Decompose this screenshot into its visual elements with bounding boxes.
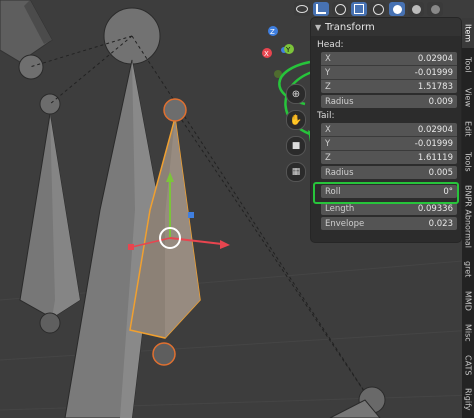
- gizmo-toggle-button[interactable]: [313, 2, 329, 16]
- head-z-value: 1.51783: [417, 81, 453, 92]
- tab-cats[interactable]: CATS: [462, 350, 474, 380]
- tail-y-value: -0.01999: [414, 138, 453, 149]
- tab-tool-label: Tool: [463, 57, 473, 73]
- envelope-field[interactable]: Envelope 0.023: [321, 217, 457, 230]
- head-x-field[interactable]: X 0.02904: [321, 52, 457, 66]
- tab-misc-label: Misc: [463, 324, 473, 342]
- head-y-value: -0.01999: [414, 67, 453, 78]
- hand-icon: ✋: [289, 114, 303, 126]
- head-y-label: Y: [325, 67, 331, 78]
- bone-joint-sphere[interactable]: [18, 54, 44, 80]
- wireframe-sphere-icon: [372, 3, 384, 15]
- tab-tools[interactable]: Tools: [462, 146, 474, 178]
- tab-mmd-label: MMD: [463, 291, 473, 311]
- tab-edit-label: Edit: [463, 121, 473, 137]
- length-label: Length: [325, 203, 355, 214]
- pan-button[interactable]: ✋: [286, 110, 306, 130]
- head-radius-field[interactable]: Radius 0.009: [321, 95, 457, 108]
- chevron-down-icon: ▼: [315, 22, 322, 32]
- tab-item[interactable]: Item: [462, 18, 474, 48]
- head-x-value: 0.02904: [417, 53, 453, 64]
- tail-radius-value: 0.005: [428, 167, 453, 178]
- viewport-header-icons: [294, 0, 443, 18]
- solid-sphere-icon: [392, 4, 402, 14]
- shading-wireframe-button[interactable]: [370, 2, 386, 16]
- tab-misc[interactable]: Misc: [462, 318, 474, 348]
- selected-bone-tail[interactable]: [152, 342, 176, 366]
- envelope-value: 0.023: [428, 218, 453, 229]
- grid-icon: ▦: [291, 167, 301, 177]
- view-object-types-button[interactable]: [294, 2, 310, 16]
- zoom-icon: ⊕: [291, 88, 301, 100]
- shading-material-button[interactable]: [408, 2, 424, 16]
- panel-title: Transform: [325, 21, 375, 33]
- tab-rigify[interactable]: Rigify: [462, 382, 474, 416]
- gizmo-icon: [316, 4, 326, 14]
- gizmo-z-label: Z: [270, 28, 275, 36]
- tab-tool[interactable]: Tool: [462, 50, 474, 80]
- tab-gret-label: gret: [463, 260, 473, 278]
- tail-z-label: Z: [325, 152, 331, 163]
- tab-tools-label: Tools: [463, 152, 473, 172]
- head-z-label: Z: [325, 81, 331, 92]
- xray-icon: [354, 4, 364, 14]
- tab-mmd[interactable]: MMD: [462, 286, 474, 316]
- tab-view[interactable]: View: [462, 82, 474, 112]
- transform-panel-header[interactable]: ▼ Transform: [311, 18, 461, 36]
- bone-joint-left-bottom[interactable]: [39, 312, 61, 334]
- bone-joint-left-top[interactable]: [39, 93, 61, 115]
- tab-bnpr-abnormal-label: BNPR Abnormal: [463, 184, 473, 248]
- tail-radius-label: Radius: [325, 167, 354, 178]
- zoom-button[interactable]: ⊕: [286, 84, 306, 104]
- tab-gret[interactable]: gret: [462, 254, 474, 284]
- tail-z-value: 1.61119: [417, 152, 453, 163]
- head-x-label: X: [325, 53, 331, 64]
- tab-bnpr-abnormal[interactable]: BNPR Abnormal: [462, 180, 474, 252]
- tail-label: Tail:: [317, 111, 335, 121]
- overlays-button[interactable]: [332, 2, 348, 16]
- tab-view-label: View: [463, 87, 473, 107]
- navigation-buttons: ⊕ ✋ ■ ▦: [286, 84, 306, 182]
- sidebar-tab-strip: Item Tool View Edit Tools BNPR Abnormal …: [462, 18, 474, 418]
- shading-rendered-button[interactable]: [427, 2, 443, 16]
- tail-z-field[interactable]: Z 1.61119: [321, 151, 457, 164]
- gizmo-y-label: Y: [285, 46, 291, 54]
- shading-solid-button[interactable]: [389, 2, 405, 16]
- length-value: 0.09336: [417, 203, 453, 214]
- tab-item-label: Item: [463, 23, 473, 43]
- camera-view-button[interactable]: ■: [286, 136, 306, 156]
- tail-x-field[interactable]: X 0.02904: [321, 123, 457, 137]
- tail-x-label: X: [325, 124, 331, 135]
- tail-x-value: 0.02904: [417, 124, 453, 135]
- head-z-field[interactable]: Z 1.51783: [321, 80, 457, 93]
- eye-icon: [296, 5, 308, 13]
- selected-bone-head[interactable]: [163, 98, 187, 122]
- tab-rigify-label: Rigify: [463, 387, 473, 411]
- tail-radius-field[interactable]: Radius 0.005: [321, 166, 457, 179]
- head-radius-label: Radius: [325, 96, 354, 107]
- head-y-field[interactable]: Y -0.01999: [321, 66, 457, 80]
- material-sphere-icon: [411, 4, 421, 14]
- envelope-label: Envelope: [325, 218, 365, 229]
- camera-icon: ■: [291, 141, 301, 151]
- roll-highlight-box: [313, 182, 459, 204]
- head-label: Head:: [317, 40, 344, 50]
- tail-y-label: Y: [325, 138, 331, 149]
- tab-cats-label: CATS: [463, 354, 473, 376]
- xray-toggle-button[interactable]: [351, 2, 367, 16]
- overlay-icon: [334, 3, 346, 15]
- tab-edit[interactable]: Edit: [462, 114, 474, 144]
- perspective-toggle-button[interactable]: ▦: [286, 162, 306, 182]
- rendered-sphere-icon: [430, 4, 440, 14]
- head-radius-value: 0.009: [428, 96, 453, 107]
- transform-panel: ▼ Transform Head: X 0.02904 Y -0.01999 Z…: [311, 18, 461, 242]
- tail-y-field[interactable]: Y -0.01999: [321, 137, 457, 151]
